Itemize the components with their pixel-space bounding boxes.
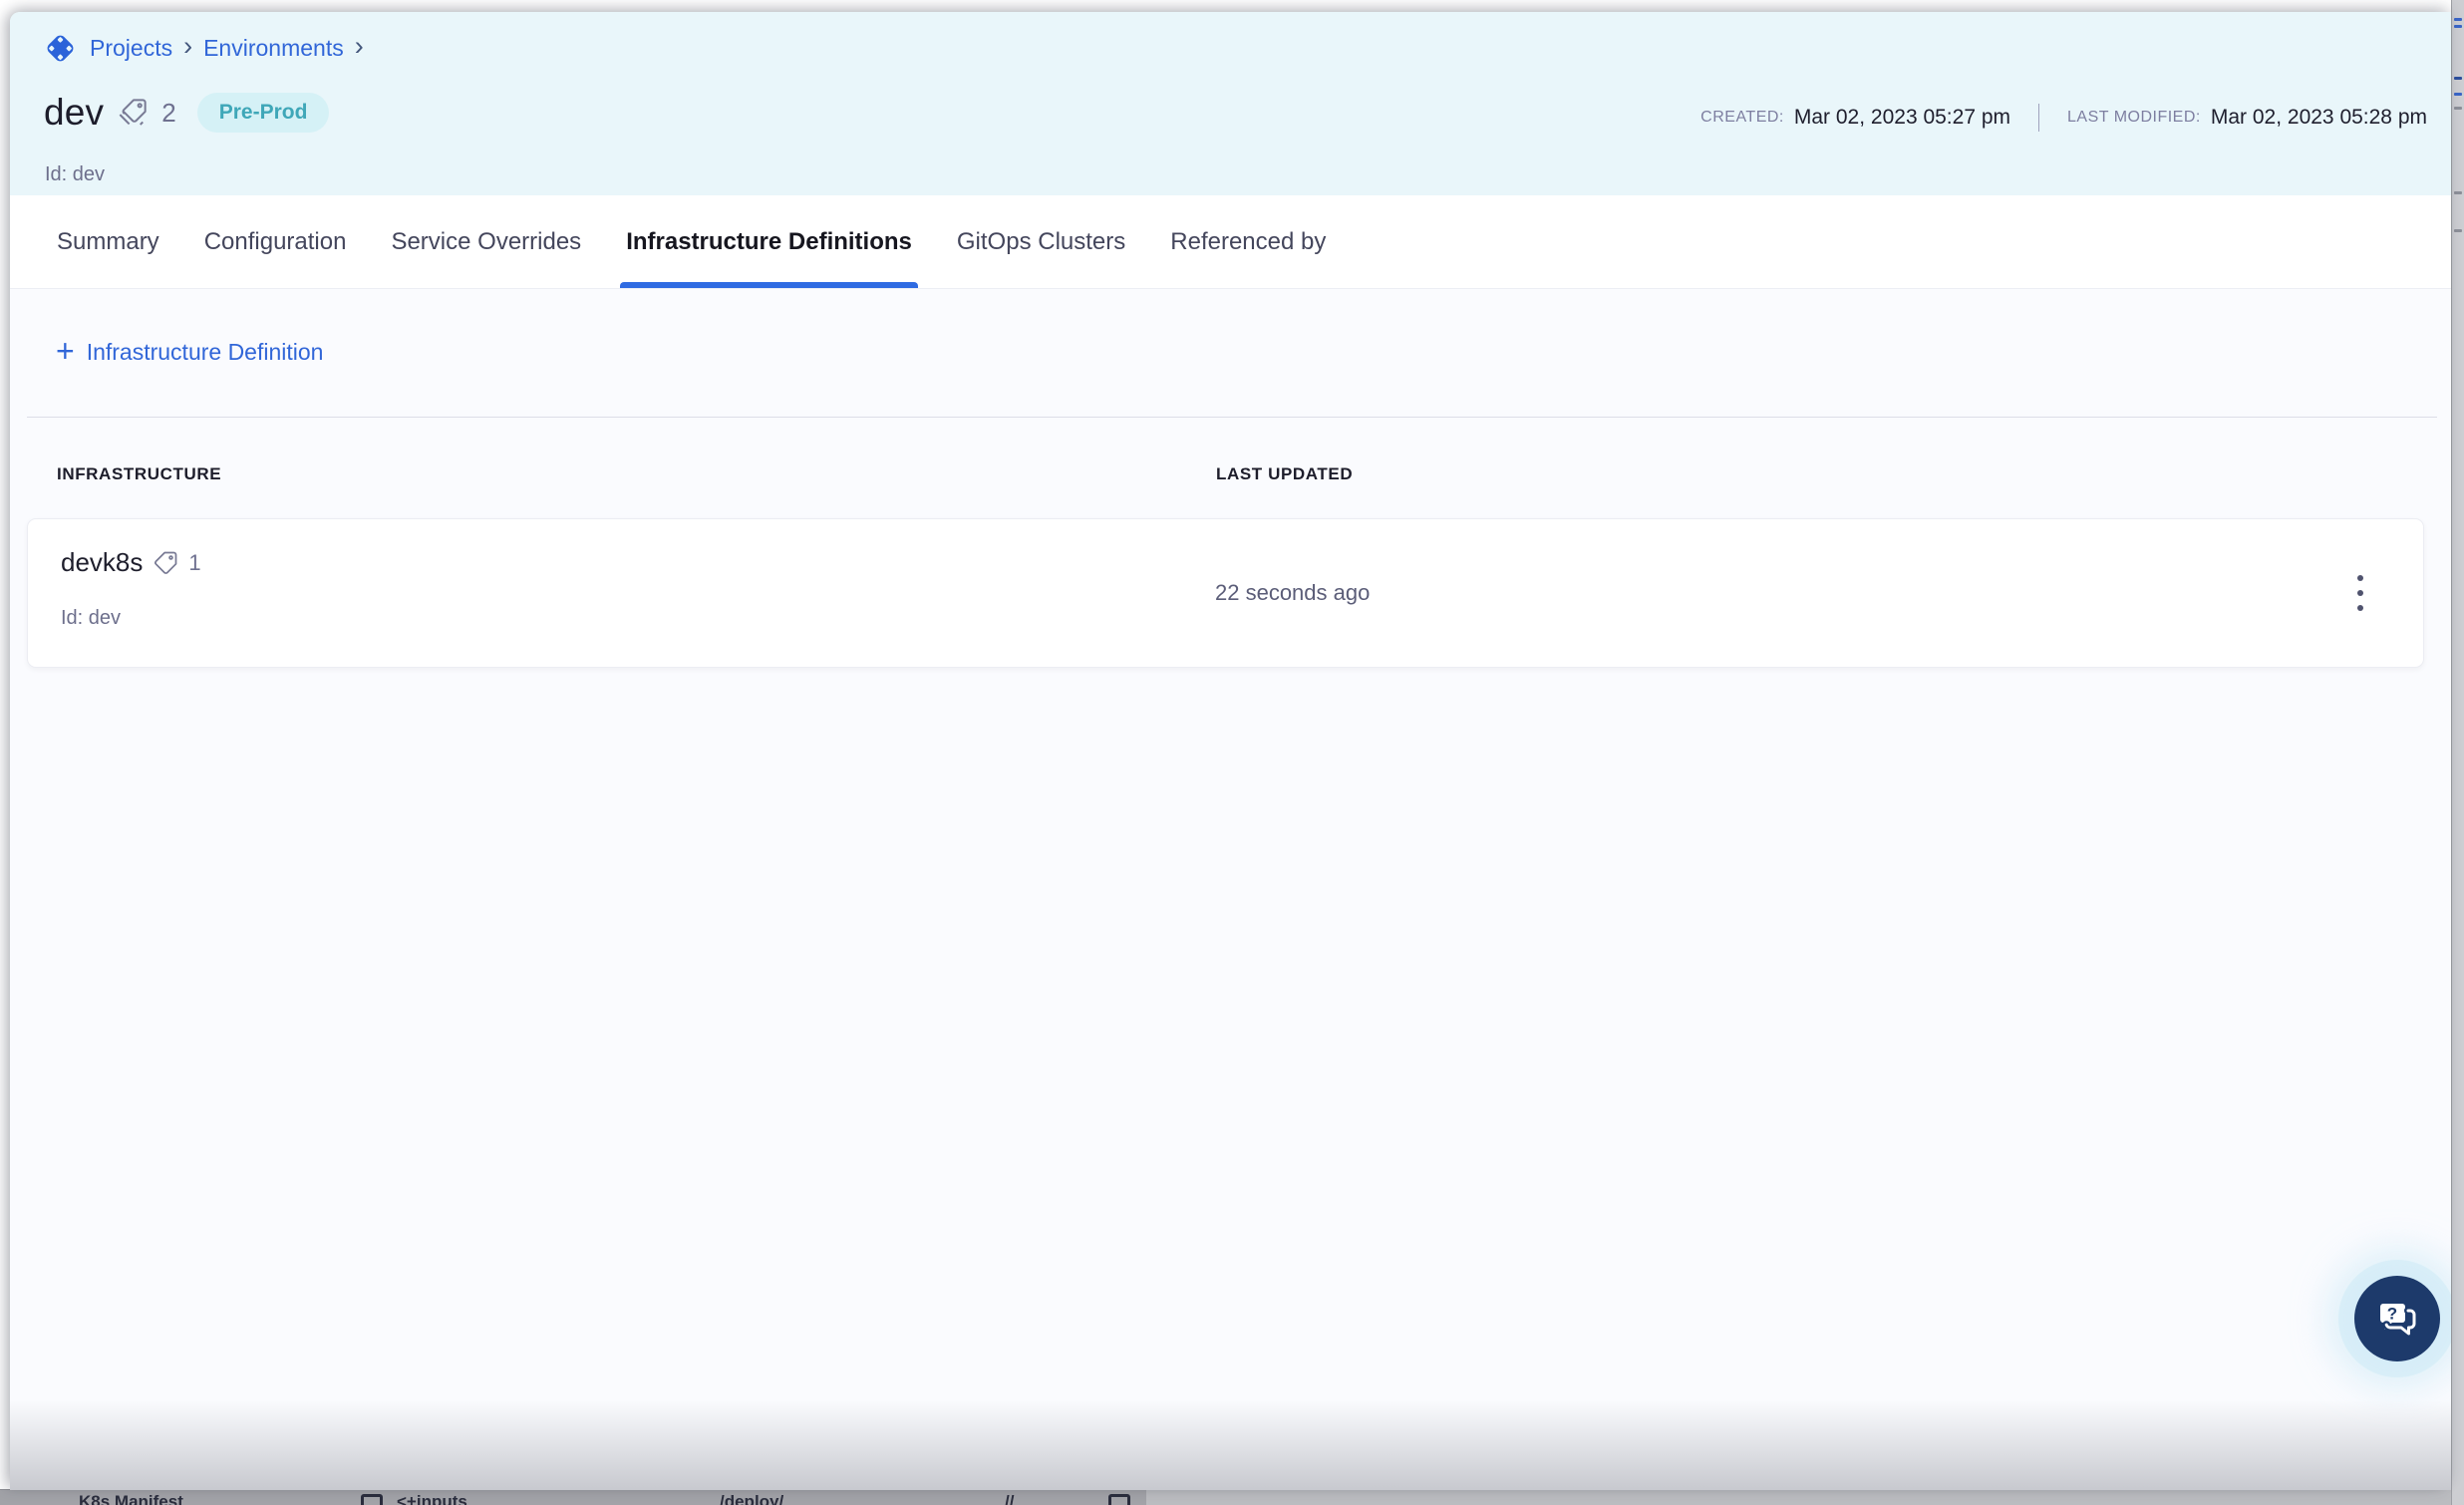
section-divider <box>27 417 2437 418</box>
projects-diamond-icon <box>42 30 79 67</box>
add-button-label: Infrastructure Definition <box>87 339 324 366</box>
environment-type-badge: Pre-Prod <box>197 93 330 133</box>
row-options-menu-button[interactable] <box>2330 519 2390 667</box>
background-sliver-light-area <box>1146 1490 2451 1505</box>
column-header-last-updated: LAST UPDATED <box>1216 464 1353 484</box>
window-icon <box>1108 1494 1130 1505</box>
scrollbar-mark <box>2454 229 2462 232</box>
environment-title-row: dev 2 Pre-Prod <box>44 92 329 134</box>
environment-meta: CREATED: Mar 02, 2023 05:27 pm LAST MODI… <box>1700 104 2427 132</box>
background-editor-scrollbar <box>2451 0 2464 1505</box>
background-text-fragment: <+inputs <box>397 1492 467 1505</box>
environment-header: Projects › Environments › dev 2 Pre-Prod… <box>10 12 2451 195</box>
chevron-right-icon: › <box>355 33 364 64</box>
breadcrumb-link-projects[interactable]: Projects <box>90 35 172 62</box>
scrollbar-mark <box>2454 191 2462 194</box>
svg-text:?: ? <box>2387 1305 2397 1324</box>
environment-details-panel: Projects › Environments › dev 2 Pre-Prod… <box>10 12 2451 1490</box>
scrollbar-mark <box>2454 25 2462 28</box>
infrastructure-name-row: devk8s 1 <box>61 547 201 578</box>
page-title: dev <box>44 92 104 134</box>
last-modified-value: Mar 02, 2023 05:28 pm <box>2211 106 2427 130</box>
breadcrumb-link-environments[interactable]: Environments <box>203 35 344 62</box>
environment-tabs: Summary Configuration Service Overrides … <box>10 195 2451 289</box>
breadcrumb: Projects › Environments › <box>42 30 364 67</box>
environment-tag-count: 2 <box>161 98 175 129</box>
scrollbar-mark <box>2454 77 2462 80</box>
column-header-infrastructure: INFRASTRUCTURE <box>57 464 221 484</box>
meta-divider <box>2038 104 2039 132</box>
scrollbar-mark <box>2454 107 2462 110</box>
infrastructure-name: devk8s <box>61 547 143 578</box>
inputs-icon <box>361 1494 383 1505</box>
background-text-fragment: K8s Manifest <box>79 1492 183 1505</box>
panel-bottom-shadow <box>10 1400 2451 1490</box>
created-value: Mar 02, 2023 05:27 pm <box>1794 106 2010 130</box>
tab-infrastructure-definitions[interactable]: Infrastructure Definitions <box>626 195 912 288</box>
infrastructure-id: Id: dev <box>61 607 121 630</box>
infrastructure-definitions-content: + Infrastructure Definition INFRASTRUCTU… <box>10 289 2451 1490</box>
infrastructure-row[interactable]: devk8s 1 Id: dev 22 seconds ago <box>27 518 2424 668</box>
chevron-right-icon: › <box>183 33 192 64</box>
kebab-menu-icon <box>2357 575 2363 581</box>
last-modified-label: LAST MODIFIED: <box>2067 109 2201 127</box>
tab-service-overrides[interactable]: Service Overrides <box>391 195 581 288</box>
tab-configuration[interactable]: Configuration <box>204 195 347 288</box>
help-chat-icon: ? <box>2373 1295 2421 1343</box>
background-text-fragment: // <box>1005 1492 1014 1505</box>
plus-icon: + <box>56 335 75 370</box>
last-updated-value: 22 seconds ago <box>1215 519 1370 667</box>
help-button[interactable]: ? <box>2354 1276 2440 1361</box>
tab-summary[interactable]: Summary <box>57 195 159 288</box>
background-text-fragment: /deploy/ <box>720 1492 783 1505</box>
environment-id: Id: dev <box>45 163 105 186</box>
scrollbar-mark <box>2454 93 2462 96</box>
tags-icon <box>117 97 149 129</box>
scrollbar-mark <box>2454 18 2462 21</box>
tab-gitops-clusters[interactable]: GitOps Clusters <box>957 195 1125 288</box>
created-label: CREATED: <box>1700 109 1784 127</box>
add-infrastructure-definition-button[interactable]: + Infrastructure Definition <box>56 335 323 370</box>
background-window-sliver: K8s Manifest <+inputs /deploy/ // <box>0 1489 2451 1505</box>
tab-referenced-by[interactable]: Referenced by <box>1170 195 1326 288</box>
infrastructure-tag-count: 1 <box>188 550 200 576</box>
tag-icon <box>152 549 179 577</box>
